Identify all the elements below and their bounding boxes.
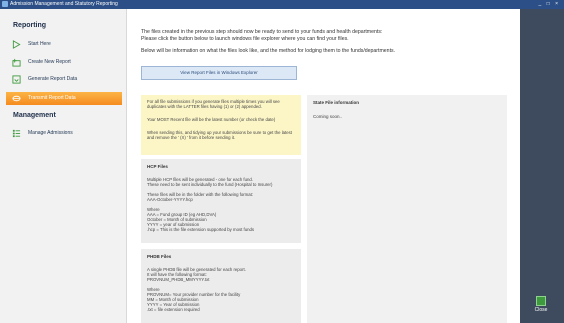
window-controls[interactable]: _ □ ×	[539, 1, 561, 8]
list-icon	[12, 129, 21, 138]
app-icon	[2, 1, 8, 7]
close-label: Close	[534, 307, 548, 313]
sidebar-item-label: Create New Report	[28, 59, 71, 65]
state-file-panel: State File information Coming soon..	[307, 95, 507, 323]
phdb-line: PROVNUM_PHDB_MMYYYY.txt	[147, 277, 210, 282]
phdb-files-card: PHDB Files A single PHDB file will be ge…	[141, 249, 301, 323]
close-button[interactable]: Close	[532, 296, 550, 314]
sidebar-item-manage-admissions[interactable]: Manage Admissions	[6, 127, 122, 140]
phdb-line: .txt = file extension required	[147, 307, 200, 312]
hcp-line: AAA-October-YYYY.hcp	[147, 197, 193, 202]
transmit-icon	[12, 95, 21, 102]
tips-box: For all file submissions if you generate…	[141, 95, 301, 155]
sidebar-item-label: Transmit Report Data	[28, 95, 76, 101]
tip-text: When sending this, and tidying up your s…	[147, 130, 292, 141]
close-icon	[536, 296, 546, 306]
sidebar-item-transmit-report-data[interactable]: Transmit Report Data	[6, 92, 122, 105]
title-bar: Admission Management and Statutory Repor…	[0, 0, 564, 9]
state-file-body: Coming soon..	[313, 114, 343, 119]
view-report-files-button[interactable]: View Report Files in Windows Explorer	[141, 66, 297, 80]
hcp-files-card: HCP Files Multiple HCP files will be gen…	[141, 159, 301, 243]
sidebar-item-label: Start Here	[28, 41, 51, 47]
window-title: Admission Management and Statutory Repor…	[10, 1, 118, 7]
new-report-icon	[12, 58, 21, 67]
intro-line: Please click the button below to launch …	[141, 36, 349, 42]
management-heading: Management	[13, 112, 56, 119]
state-file-title: State File information	[313, 100, 360, 105]
tip-text: For all file submissions if you generate…	[147, 99, 280, 110]
hcp-line: These need to be sent individually to th…	[147, 182, 273, 187]
sidebar-item-start-here[interactable]: Start Here	[6, 38, 122, 51]
reporting-heading: Reporting	[13, 22, 47, 29]
sidebar-item-label: Generate Report Data	[28, 76, 78, 82]
main-content: The files created in the previous step s…	[127, 9, 520, 323]
play-icon	[12, 40, 21, 49]
tip-text: Your MOST Recent file will be the latest…	[147, 117, 276, 122]
phdb-card-title: PHDB Files	[147, 254, 172, 259]
generate-icon	[12, 75, 21, 84]
sidebar-item-create-new-report[interactable]: Create New Report	[6, 56, 122, 69]
sidebar-item-label: Manage Admissions	[28, 130, 73, 136]
right-panel	[520, 9, 564, 323]
intro-line: Below will be information on what the fi…	[141, 48, 396, 54]
sidebar-item-generate-report-data[interactable]: Generate Report Data	[6, 73, 122, 86]
hcp-line: .hcp = This is the file extension suppor…	[147, 227, 255, 232]
hcp-card-title: HCP Files	[147, 164, 168, 169]
sidebar: Reporting Start Here Create New Report G…	[0, 9, 127, 323]
intro-line: The files created in the previous step s…	[141, 29, 383, 35]
